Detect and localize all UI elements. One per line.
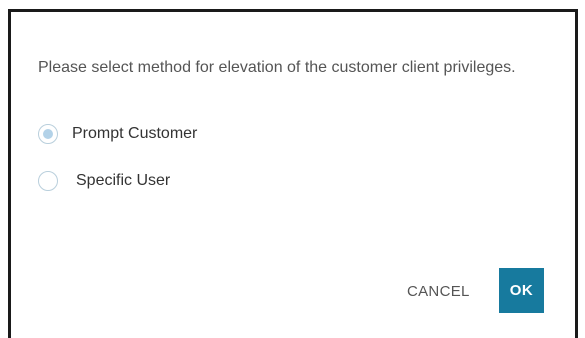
radio-button-unselected[interactable] (38, 171, 58, 191)
cancel-button[interactable]: CANCEL (397, 272, 480, 312)
option-label: Prompt Customer (72, 125, 198, 142)
dialog-message: Please select method for elevation of th… (38, 59, 516, 76)
ok-button[interactable]: OK (499, 268, 544, 313)
option-specific-user[interactable]: Specific User (38, 170, 170, 192)
option-label: Specific User (76, 172, 171, 189)
option-prompt-customer[interactable]: Prompt Customer (38, 123, 197, 145)
radio-button-selected[interactable] (38, 124, 58, 144)
elevation-method-dialog: Please select method for elevation of th… (8, 9, 578, 338)
